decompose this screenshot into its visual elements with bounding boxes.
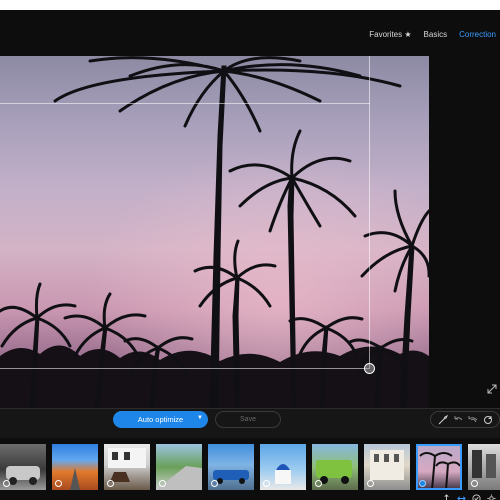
status-icons xyxy=(442,494,496,500)
vertical-arrows-icon[interactable] xyxy=(442,494,451,500)
auto-optimize-label: Auto optimize xyxy=(137,415,184,424)
thumbnail-10[interactable] xyxy=(468,444,500,490)
crop-guide-top xyxy=(0,103,370,104)
thumbnail-2[interactable] xyxy=(52,444,98,490)
top-bar: Favorites ★ Basics Correction xyxy=(0,10,500,55)
expand-icon[interactable] xyxy=(487,384,497,394)
thumbnail-4[interactable] xyxy=(156,444,202,490)
thumbnail-8-checkbox[interactable] xyxy=(367,480,374,487)
thumbnail-2-checkbox[interactable] xyxy=(55,480,62,487)
check-circle-icon[interactable] xyxy=(472,494,481,500)
thumbnail-8[interactable] xyxy=(364,444,410,490)
tab-favorites[interactable]: Favorites ★ xyxy=(369,30,411,39)
photo-canvas[interactable] xyxy=(0,56,429,408)
thumbnail-5[interactable] xyxy=(208,444,254,490)
thumbnail-3-checkbox[interactable] xyxy=(107,480,114,487)
thumbnail-9[interactable] xyxy=(416,444,462,490)
thumbnail-3[interactable] xyxy=(104,444,150,490)
thumbnail-4-checkbox[interactable] xyxy=(159,480,166,487)
thumbnail-5-checkbox[interactable] xyxy=(211,480,218,487)
thumbnail-7[interactable] xyxy=(312,444,358,490)
crop-guide-bottom xyxy=(0,368,370,369)
undo-icon[interactable] xyxy=(452,414,464,426)
chevron-down-icon[interactable]: ▼ xyxy=(197,415,203,421)
undo-all-icon[interactable] xyxy=(467,414,479,426)
horizontal-arrows-icon[interactable] xyxy=(457,494,466,500)
reset-icon[interactable] xyxy=(482,414,494,426)
tab-basics[interactable]: Basics xyxy=(424,30,448,39)
edit-tools xyxy=(430,411,500,428)
thumbnail-1[interactable] xyxy=(0,444,46,490)
toolbar-divider xyxy=(0,408,500,409)
thumbnail-6-checkbox[interactable] xyxy=(263,480,270,487)
save-label: Save xyxy=(240,416,256,423)
photo-editor-window: Favorites ★ Basics Correction Auto optim… xyxy=(0,10,500,500)
thumbnail-1-checkbox[interactable] xyxy=(3,480,10,487)
right-panel xyxy=(429,56,500,408)
thumbnail-7-checkbox[interactable] xyxy=(315,480,322,487)
eyedropper-icon[interactable] xyxy=(437,414,449,426)
settings-icon[interactable] xyxy=(487,494,496,500)
thumbnail-6[interactable] xyxy=(260,444,306,490)
palm-trees-photo xyxy=(0,56,429,408)
save-button[interactable]: Save xyxy=(215,411,281,428)
crop-guide-right xyxy=(369,56,370,368)
mode-tabs: Favorites ★ Basics Correction xyxy=(369,30,496,39)
thumbnail-9-checkbox[interactable] xyxy=(419,480,426,487)
crop-handle[interactable] xyxy=(364,363,375,374)
thumbnail-10-checkbox[interactable] xyxy=(471,480,478,487)
auto-optimize-button[interactable]: Auto optimize ▼ xyxy=(113,411,208,428)
tab-correction[interactable]: Correction xyxy=(459,30,496,39)
